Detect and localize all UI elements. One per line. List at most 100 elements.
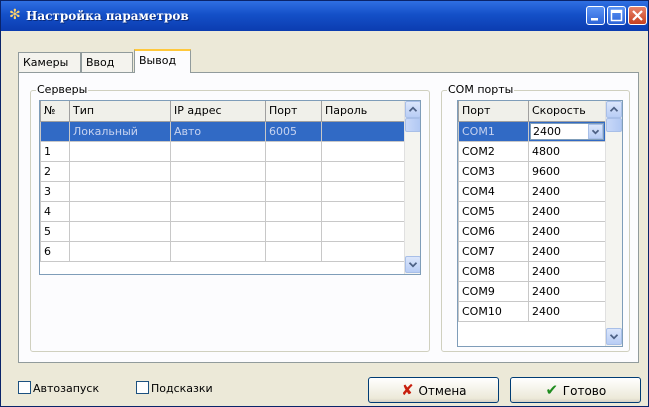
table-row[interactable]: COM3 9600 [458, 160, 606, 182]
table-row[interactable]: 5 [40, 220, 406, 242]
cell-speed[interactable]: 2400 [528, 260, 606, 282]
cell-port[interactable]: COM7 [458, 240, 529, 262]
cell-type[interactable] [69, 200, 171, 222]
servers-scrollbar[interactable] [404, 101, 420, 274]
table-row[interactable]: 2 [40, 160, 406, 182]
cell-port[interactable]: COM8 [458, 260, 529, 282]
scroll-down-button[interactable] [606, 328, 622, 345]
cancel-button[interactable]: ✘ Отмена [368, 377, 499, 403]
cell-type[interactable] [69, 180, 171, 202]
table-row[interactable]: Локальный Авто 6005 [40, 120, 406, 142]
cell-type[interactable] [69, 240, 171, 262]
table-row[interactable]: COM10 2400 [458, 300, 606, 322]
table-row[interactable]: COM9 2400 [458, 280, 606, 302]
cell-ip[interactable] [170, 140, 266, 162]
cell-password[interactable] [321, 160, 406, 182]
autostart-checkbox-box[interactable] [18, 381, 31, 394]
table-row[interactable]: COM5 2400 [458, 200, 606, 222]
cell-port[interactable] [265, 160, 322, 182]
maximize-button[interactable] [607, 6, 626, 25]
cell-ip[interactable] [170, 240, 266, 262]
scroll-thumb[interactable] [405, 118, 420, 132]
col-speed[interactable]: Скорость [528, 101, 606, 122]
cell-port[interactable]: 6005 [265, 120, 322, 142]
table-row[interactable]: COM4 2400 [458, 180, 606, 202]
title-bar[interactable]: ✻ Настройка параметров [1, 1, 648, 31]
cell-password[interactable] [321, 200, 406, 222]
cell-speed[interactable]: 2400 [528, 180, 606, 202]
cell-type[interactable] [69, 140, 171, 162]
col-type[interactable]: Тип [69, 101, 171, 122]
com-ports-scrollbar[interactable] [605, 101, 622, 346]
row-number: 4 [40, 200, 70, 222]
cell-port[interactable]: COM3 [458, 160, 529, 182]
cell-password[interactable] [321, 140, 406, 162]
cell-port[interactable]: COM6 [458, 220, 529, 242]
cell-port[interactable]: COM5 [458, 200, 529, 222]
col-number[interactable]: № [40, 101, 70, 122]
cell-type[interactable]: Локальный [69, 120, 171, 142]
cell-speed[interactable]: 2400 [528, 300, 606, 322]
settings-window: ✻ Настройка параметров Камеры Ввод Вывод… [0, 0, 649, 407]
col-ip-address[interactable]: IP адрес [170, 101, 266, 122]
scroll-thumb[interactable] [606, 118, 622, 132]
col-password[interactable]: Пароль [321, 101, 406, 122]
speed-combo[interactable]: 2400 [530, 122, 604, 140]
tab-input[interactable]: Ввод [81, 52, 133, 72]
col-port[interactable]: Порт [458, 101, 529, 122]
cell-port[interactable] [265, 200, 322, 222]
scroll-up-button[interactable] [606, 101, 622, 118]
scroll-down-button[interactable] [405, 256, 420, 273]
table-row[interactable]: COM7 2400 [458, 240, 606, 262]
hints-checkbox-box[interactable] [136, 381, 149, 394]
cell-ip[interactable] [170, 220, 266, 242]
cell-ip[interactable] [170, 160, 266, 182]
cell-password[interactable] [321, 220, 406, 242]
tab-cameras[interactable]: Камеры [18, 52, 81, 72]
cell-port[interactable] [265, 140, 322, 162]
cell-port[interactable]: COM10 [458, 300, 529, 322]
table-row[interactable]: COM1 2400 [458, 120, 606, 142]
col-port[interactable]: Порт [265, 101, 322, 122]
cell-port[interactable] [265, 240, 322, 262]
cell-speed[interactable]: 2400 [528, 240, 606, 262]
close-button[interactable] [628, 6, 647, 25]
window-title: Настройка параметров [26, 9, 189, 23]
cell-type[interactable] [69, 220, 171, 242]
cell-speed[interactable]: 9600 [528, 160, 606, 182]
cell-speed[interactable]: 2400 [528, 280, 606, 302]
cell-port[interactable]: COM4 [458, 180, 529, 202]
cell-port[interactable]: COM1 [458, 120, 529, 142]
table-row[interactable]: 1 [40, 140, 406, 162]
table-row[interactable]: COM6 2400 [458, 220, 606, 242]
cell-password[interactable] [321, 180, 406, 202]
cell-port[interactable]: COM2 [458, 140, 529, 162]
cell-port[interactable] [265, 220, 322, 242]
cell-password[interactable] [321, 120, 406, 142]
cell-speed[interactable]: 2400 [528, 200, 606, 222]
chevron-down-icon [609, 334, 619, 340]
cell-port[interactable]: COM9 [458, 280, 529, 302]
speed-combo-cell[interactable]: 2400 [528, 120, 606, 142]
cell-type[interactable] [69, 160, 171, 182]
cell-password[interactable] [321, 240, 406, 262]
table-row[interactable]: COM8 2400 [458, 260, 606, 282]
cell-ip[interactable] [170, 180, 266, 202]
cell-speed[interactable]: 4800 [528, 140, 606, 162]
hints-checkbox[interactable]: Подсказки [136, 381, 213, 395]
minimize-icon [591, 18, 598, 21]
autostart-checkbox[interactable]: Автозапуск [18, 381, 99, 395]
scroll-up-button[interactable] [405, 101, 420, 118]
ok-button[interactable]: ✔ Готово [510, 377, 641, 403]
table-row[interactable]: 4 [40, 200, 406, 222]
table-row[interactable]: 3 [40, 180, 406, 202]
table-row[interactable]: 6 [40, 240, 406, 262]
cell-port[interactable] [265, 180, 322, 202]
cell-speed[interactable]: 2400 [528, 220, 606, 242]
minimize-button[interactable] [586, 6, 605, 25]
combo-dropdown-button[interactable] [588, 123, 603, 139]
tab-output[interactable]: Вывод [134, 49, 191, 73]
cell-ip[interactable] [170, 200, 266, 222]
cell-ip[interactable]: Авто [170, 120, 266, 142]
table-row[interactable]: COM2 4800 [458, 140, 606, 162]
